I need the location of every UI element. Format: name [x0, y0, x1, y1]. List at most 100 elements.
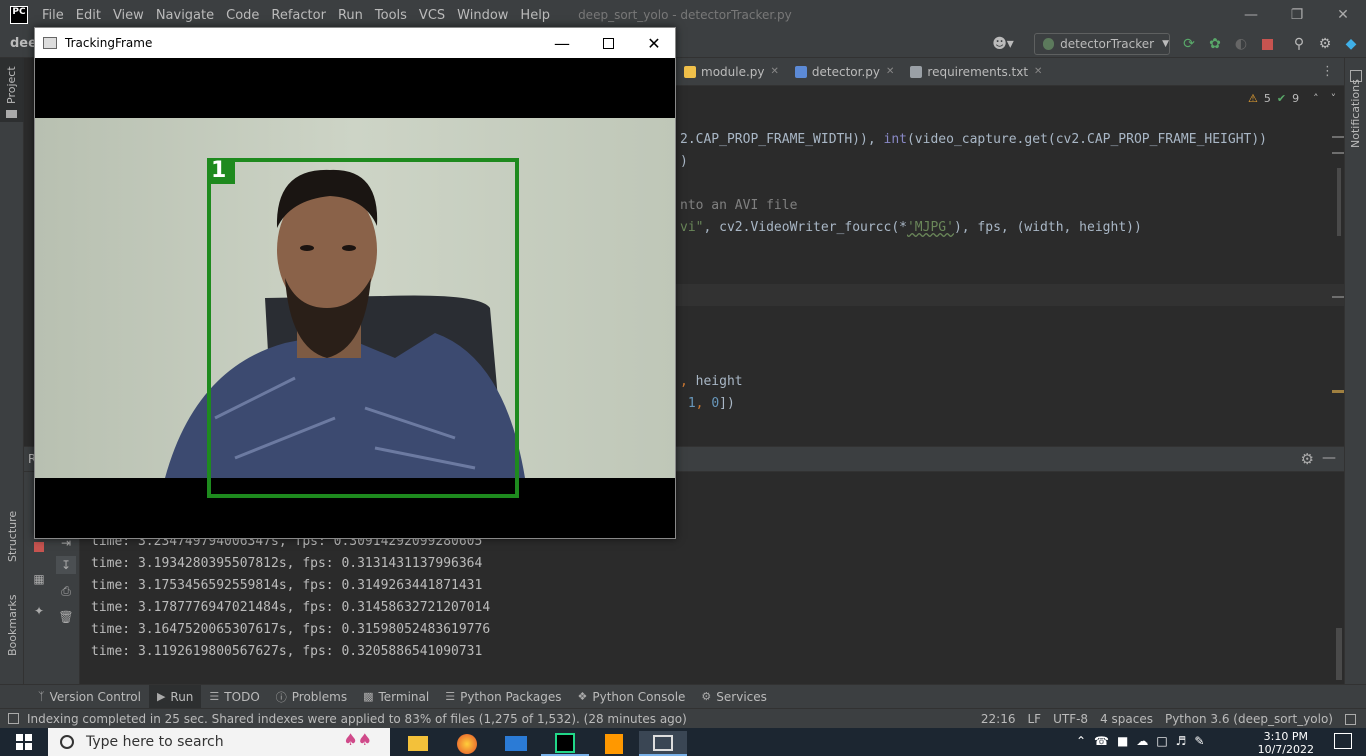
indent-setting[interactable]: 4 spaces	[1100, 712, 1153, 726]
tool-todo[interactable]: ☰ TODO	[201, 685, 267, 709]
search-icon	[60, 735, 74, 749]
menu-window[interactable]: Window	[451, 8, 514, 23]
run-config-label: detectorTracker	[1060, 37, 1155, 51]
warning-count: 5	[1263, 92, 1271, 105]
taskbar-clock[interactable]: 3:10 PM 10/7/2022	[1258, 730, 1314, 756]
chevron-down-icon[interactable]: ˅	[1331, 92, 1337, 105]
layers-icon: ☰	[445, 690, 456, 703]
folder-icon	[6, 110, 17, 118]
lock-icon[interactable]	[1345, 714, 1356, 725]
search-icon[interactable]: ⚲	[1290, 35, 1308, 53]
project-tool-label[interactable]: Project	[5, 66, 18, 104]
tool-python-packages[interactable]: ☰ Python Packages	[437, 685, 569, 709]
python-icon: ❖	[577, 690, 588, 703]
windows-taskbar: Type here to search ♠♠ ⌃☎■☁□♬✎ 3:10 PM 1…	[0, 728, 1366, 756]
mail-icon[interactable]	[492, 731, 540, 756]
close-icon[interactable]: ✕	[1034, 66, 1042, 77]
taskbar-search-input[interactable]: Type here to search ♠♠	[48, 728, 390, 756]
menu-tools[interactable]: Tools	[369, 8, 413, 23]
close-icon[interactable]: ✕	[771, 66, 779, 77]
sublime-icon[interactable]	[590, 731, 638, 756]
coverage-icon[interactable]: ◐	[1232, 35, 1250, 53]
info-icon: ⓘ	[275, 690, 287, 704]
left-tool-stripe: Project Structure Bookmarks	[0, 58, 24, 684]
chevron-down-icon: ▼	[1162, 39, 1169, 49]
python-interpreter[interactable]: Python 3.6 (deep_sort_yolo)	[1165, 712, 1333, 726]
tracking-close-button[interactable]: ✕	[631, 28, 677, 58]
python-file-icon	[794, 65, 807, 78]
menu-help[interactable]: Help	[514, 8, 556, 23]
close-icon[interactable]: ✕	[886, 66, 894, 77]
rerun-icon[interactable]: ⟳	[1180, 35, 1198, 53]
tracking-maximize-button[interactable]	[585, 28, 631, 58]
minimize-panel-icon[interactable]: —	[1322, 450, 1336, 466]
window-app-icon	[43, 37, 57, 49]
menu-code[interactable]: Code	[220, 8, 265, 23]
ide-minimize-button[interactable]: —	[1228, 0, 1274, 30]
ide-restore-button[interactable]: ❐	[1274, 0, 1320, 30]
tool-services[interactable]: ⚙ Services	[693, 685, 774, 709]
code-line: )	[680, 154, 688, 169]
line-separator[interactable]: LF	[1027, 712, 1041, 726]
tool-run[interactable]: ▶ Run	[148, 684, 202, 709]
python-file-icon	[684, 65, 696, 78]
layout-toggle-icon[interactable]	[8, 713, 19, 724]
menu-edit[interactable]: Edit	[70, 8, 107, 23]
layout-icon[interactable]: ▦	[29, 570, 49, 588]
menu-navigate[interactable]: Navigate	[150, 8, 220, 23]
print-icon[interactable]: ⎙	[56, 582, 76, 600]
menu-run[interactable]: Run	[332, 8, 369, 23]
project-breadcrumb[interactable]: dee	[10, 36, 37, 51]
firefox-icon[interactable]	[443, 731, 491, 756]
notification-center-icon[interactable]	[1334, 733, 1352, 749]
user-icon[interactable]: ☻▾	[990, 35, 1016, 53]
debug-icon[interactable]: ✿	[1206, 35, 1224, 53]
tab-detector[interactable]: detector.py ✕	[787, 58, 903, 86]
play-icon: ▶	[156, 690, 166, 703]
video-frame: 1	[35, 58, 675, 538]
chevron-up-icon[interactable]: ˄	[1313, 92, 1319, 105]
bookmarks-tool-label[interactable]: Bookmarks	[6, 595, 19, 656]
search-placeholder: Type here to search	[86, 734, 224, 750]
tool-terminal[interactable]: ▩ Terminal	[355, 685, 437, 709]
tool-version-control[interactable]: ᛉ Version Control	[30, 685, 149, 709]
trash-icon[interactable]: 🗑	[56, 608, 76, 626]
menu-refactor[interactable]: Refactor	[265, 8, 332, 23]
tool-python-console[interactable]: ❖ Python Console	[569, 685, 693, 709]
scroll-marker	[1332, 296, 1344, 298]
gear-icon[interactable]: ⚙	[1316, 35, 1334, 53]
code-editor[interactable]: ⚠ 5 ✔ 9 ˄ ˅ 2.CAP_PROP_FRAME_WIDTH)), in…	[676, 86, 1344, 422]
status-bar: Indexing completed in 25 sec. Shared ind…	[0, 708, 1366, 728]
run-config-select[interactable]: detectorTracker ▼	[1034, 33, 1170, 55]
windows-start-button[interactable]	[0, 728, 48, 756]
pycharm-taskbar-icon[interactable]	[541, 731, 589, 756]
menu-vcs[interactable]: VCS	[413, 8, 451, 23]
system-tray-icons[interactable]: ⌃☎■☁□♬✎	[1076, 734, 1213, 748]
console-scroll-thumb[interactable]	[1336, 628, 1342, 680]
menu-file[interactable]: File	[36, 8, 70, 23]
gear-icon[interactable]: ⚙	[1301, 450, 1314, 468]
file-encoding[interactable]: UTF-8	[1053, 712, 1088, 726]
tab-requirements[interactable]: requirements.txt ✕	[902, 58, 1050, 86]
tab-label: module.py	[701, 64, 765, 79]
stop-icon[interactable]	[29, 538, 49, 556]
jetbrains-icon[interactable]: ◆	[1342, 35, 1360, 53]
tab-module[interactable]: module.py ✕	[676, 58, 787, 86]
tracking-frame-taskbar-icon[interactable]	[639, 731, 687, 756]
scroll-to-end-icon[interactable]: ↧	[56, 556, 76, 574]
notifications-tool-label[interactable]: Notifications	[1349, 79, 1362, 148]
more-tabs-icon[interactable]: ⋮	[1321, 64, 1334, 79]
inspection-widget[interactable]: ⚠ 5 ✔ 9 ˄ ˅	[1248, 92, 1336, 105]
structure-tool-label[interactable]: Structure	[6, 511, 19, 562]
caret-position[interactable]: 22:16	[981, 712, 1016, 726]
console-line: time: 3.1753456592559814s, fps: 0.314926…	[91, 578, 483, 593]
pin-icon[interactable]: ✦	[29, 602, 49, 620]
file-explorer-icon[interactable]	[394, 731, 442, 756]
stop-icon[interactable]	[1258, 35, 1276, 53]
scroll-thumb[interactable]	[1337, 168, 1341, 236]
ide-close-button[interactable]: ✕	[1320, 0, 1366, 30]
status-message[interactable]: Indexing completed in 25 sec. Shared ind…	[27, 712, 687, 726]
tracking-minimize-button[interactable]: —	[539, 28, 585, 58]
tool-problems[interactable]: ⓘ Problems	[268, 685, 355, 709]
menu-view[interactable]: View	[107, 8, 150, 23]
